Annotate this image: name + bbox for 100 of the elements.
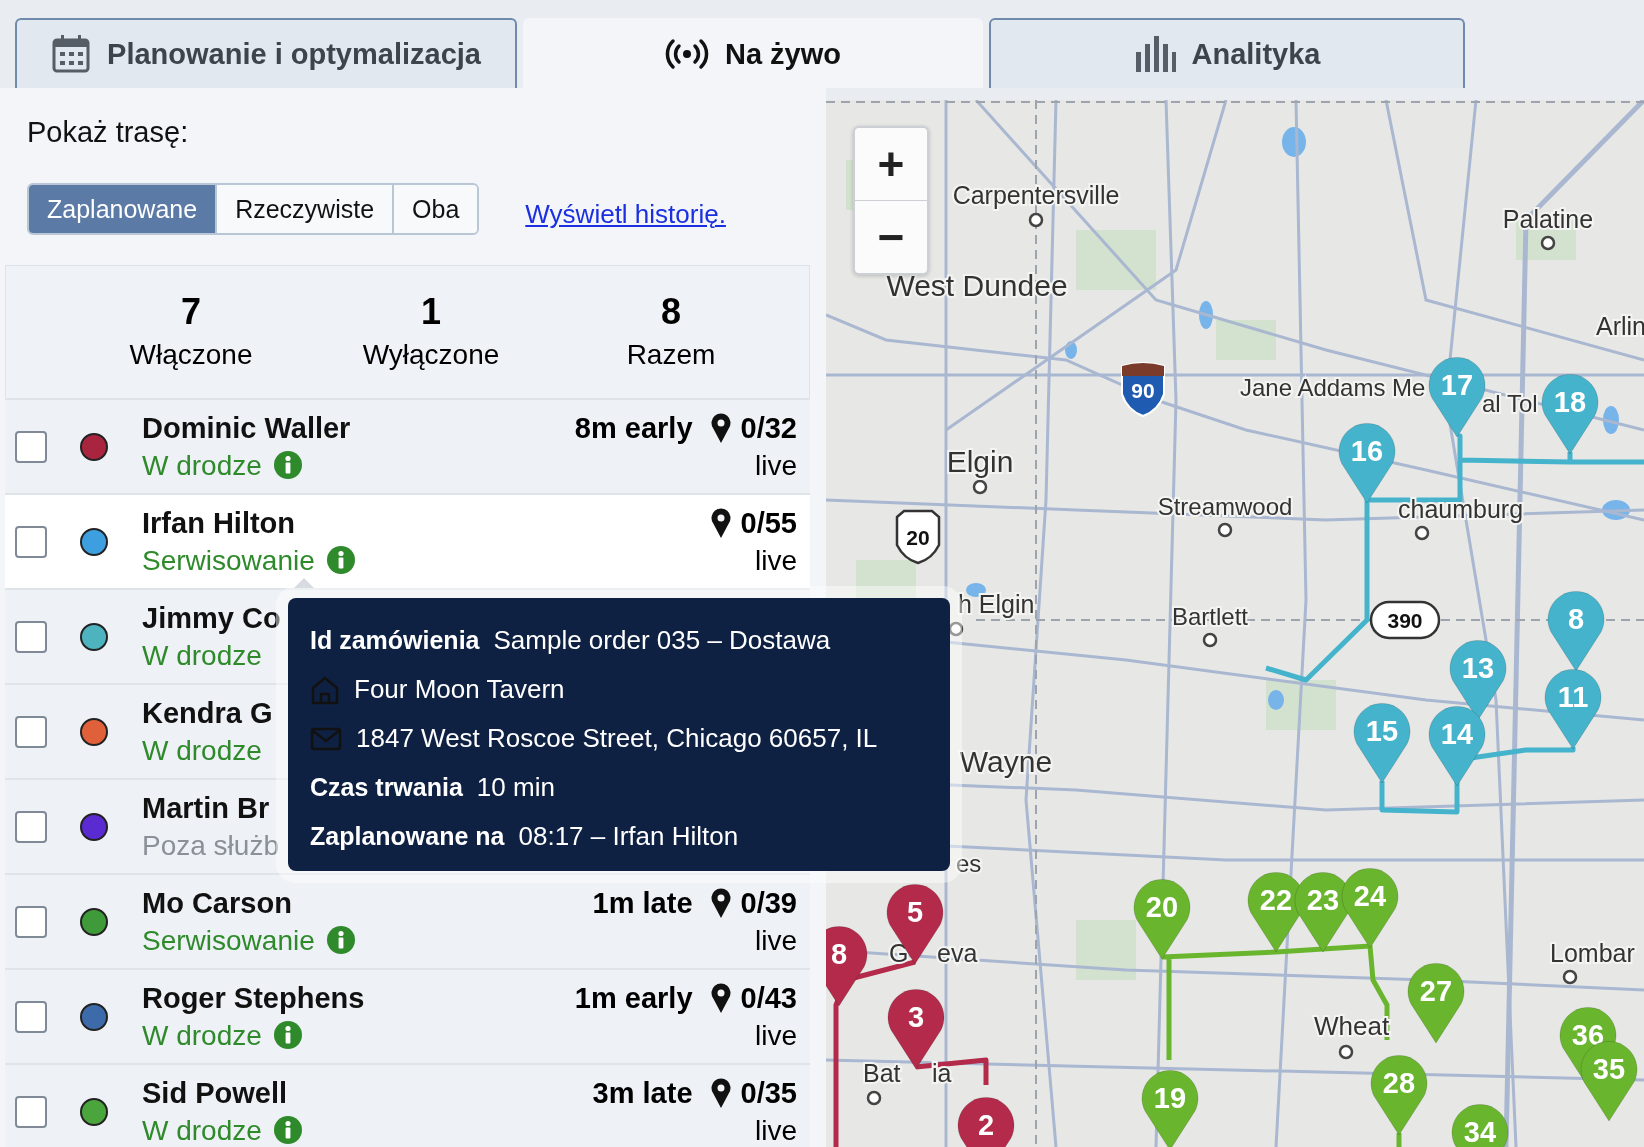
place-marker bbox=[1202, 632, 1218, 648]
map-pin[interactable]: 18 bbox=[1541, 373, 1599, 455]
stop-count: 0/35 bbox=[740, 1076, 797, 1110]
stop-count: 0/43 bbox=[740, 981, 797, 1015]
location-pin-icon bbox=[710, 1078, 731, 1108]
zoom-out-button[interactable]: − bbox=[855, 200, 927, 273]
checkbox[interactable] bbox=[15, 905, 47, 938]
place-marker bbox=[866, 1090, 882, 1106]
checkbox[interactable] bbox=[15, 525, 47, 558]
route-option[interactable]: Zaplanowane bbox=[29, 185, 216, 233]
field-value: Sample order 035 – Dostawa bbox=[493, 625, 831, 656]
place-label: Jane Addams Me bbox=[1240, 374, 1426, 401]
tab[interactable]: Analityka bbox=[989, 18, 1465, 88]
stat-label: Wyłączone bbox=[362, 338, 500, 372]
checkbox[interactable] bbox=[15, 620, 47, 653]
place-label: Arlin bbox=[1596, 312, 1644, 340]
tab[interactable]: Planowanie i optymalizacja bbox=[15, 18, 517, 88]
field-value: 10 min bbox=[476, 772, 555, 803]
route-option[interactable]: Rzeczywiste bbox=[215, 185, 393, 233]
stop-count: 0/55 bbox=[740, 506, 797, 540]
location-pin-icon bbox=[710, 983, 731, 1013]
info-icon[interactable] bbox=[326, 546, 355, 574]
driver-name: Mo Carson bbox=[142, 885, 292, 921]
map-pin[interactable]: 19 bbox=[1141, 1069, 1199, 1147]
highway-shield: 390 bbox=[1369, 600, 1441, 640]
driver-status: Serwisowanie bbox=[142, 923, 315, 958]
driver-row[interactable]: Roger Stephens W drodze 1m early 0/43 live bbox=[5, 968, 810, 1063]
house-icon bbox=[310, 674, 340, 705]
info-icon[interactable] bbox=[273, 1116, 302, 1144]
driver-status: W drodze bbox=[142, 733, 262, 768]
place-marker bbox=[1540, 235, 1556, 251]
tracking-mode: live bbox=[755, 543, 797, 578]
driver-name: Kendra G bbox=[142, 695, 273, 731]
checkbox[interactable] bbox=[15, 1000, 47, 1033]
lake bbox=[1603, 406, 1619, 434]
stat-label: Włączone bbox=[129, 338, 253, 372]
info-icon[interactable] bbox=[273, 451, 302, 479]
lake bbox=[1199, 301, 1213, 329]
place-name: Four Moon Tavern bbox=[354, 674, 565, 705]
stop-count: 0/32 bbox=[740, 411, 797, 445]
schedule-delta: 1m early bbox=[574, 981, 693, 1015]
driver-row[interactable]: Dominic Waller W drodze 8m early 0/32 live bbox=[5, 398, 810, 493]
lake bbox=[1268, 690, 1284, 710]
place-marker bbox=[948, 621, 964, 637]
location-pin-icon bbox=[710, 888, 731, 918]
driver-name: Roger Stephens bbox=[142, 980, 365, 1016]
route-option[interactable]: Oba bbox=[392, 185, 478, 233]
place-marker bbox=[1338, 1044, 1354, 1060]
lake bbox=[1282, 127, 1306, 157]
driver-status: W drodze bbox=[142, 1018, 262, 1053]
place-label: Carpentersville bbox=[952, 181, 1120, 209]
map-pin[interactable]: 34 bbox=[1451, 1103, 1509, 1147]
map-pin[interactable]: 2 bbox=[957, 1096, 1015, 1147]
info-icon[interactable] bbox=[326, 926, 355, 954]
driver-row[interactable]: Sid Powell W drodze 3m late 0/35 live bbox=[5, 1063, 810, 1147]
place-label: Palatine bbox=[1502, 205, 1594, 233]
checkbox[interactable] bbox=[15, 810, 47, 843]
map-pin[interactable]: 8 bbox=[826, 925, 868, 1007]
lake bbox=[1065, 341, 1077, 359]
schedule-delta: 3m late bbox=[592, 1076, 693, 1110]
route-label: Pokaż trasę: bbox=[26, 115, 190, 150]
field-label: Id zamówienia bbox=[310, 626, 480, 655]
highway-shield: 20 bbox=[895, 509, 941, 565]
envelope-icon bbox=[310, 726, 342, 751]
checkbox[interactable] bbox=[15, 430, 47, 463]
map-pin[interactable]: 27 bbox=[1407, 962, 1465, 1044]
tracking-mode: live bbox=[755, 1113, 797, 1147]
place-marker bbox=[972, 479, 988, 495]
driver-name: Martin Br bbox=[142, 790, 270, 826]
stat-label: Razem bbox=[626, 338, 716, 372]
tracking-mode: live bbox=[755, 923, 797, 958]
driver-row[interactable]: Irfan Hilton Serwisowanie 0/55 live bbox=[5, 493, 810, 588]
place-label: Streamwood bbox=[1157, 493, 1293, 520]
location-pin-icon bbox=[710, 413, 731, 443]
place-label: Wayne bbox=[959, 745, 1053, 778]
map-pin[interactable]: 16 bbox=[1338, 422, 1396, 504]
field-value: 08:17 – Irfan Hilton bbox=[518, 821, 739, 852]
checkbox[interactable] bbox=[15, 715, 47, 748]
location-pin-icon bbox=[710, 508, 731, 538]
map-pin[interactable]: 24 bbox=[1341, 867, 1399, 949]
tracking-mode: live bbox=[755, 1018, 797, 1053]
map-pin[interactable]: 14 bbox=[1428, 705, 1486, 787]
info-icon[interactable] bbox=[273, 1021, 302, 1049]
stat-value: 7 bbox=[181, 290, 201, 334]
map-pin[interactable]: 28 bbox=[1370, 1054, 1428, 1136]
history-link[interactable]: Wyświetl historię. bbox=[525, 198, 726, 230]
checkbox[interactable] bbox=[15, 1095, 47, 1128]
driver-row[interactable]: Mo Carson Serwisowanie 1m late 0/39 live bbox=[5, 873, 810, 968]
place-label: Elgin bbox=[946, 445, 1014, 478]
map-pin[interactable]: 20 bbox=[1133, 878, 1191, 960]
map-pin[interactable]: 15 bbox=[1353, 702, 1411, 784]
zoom-in-button[interactable]: + bbox=[855, 128, 927, 200]
map-pin[interactable]: 11 bbox=[1544, 668, 1602, 750]
address-text: 1847 West Roscoe Street, Chicago 60657, IL bbox=[356, 723, 878, 754]
place-label: G bbox=[889, 939, 909, 967]
map-pin[interactable]: 8 bbox=[1547, 590, 1605, 672]
place-marker bbox=[1028, 212, 1044, 228]
driver-status: W drodze bbox=[142, 448, 262, 483]
tab[interactable]: Na żywo bbox=[523, 18, 983, 88]
tracking-mode: live bbox=[755, 448, 797, 483]
